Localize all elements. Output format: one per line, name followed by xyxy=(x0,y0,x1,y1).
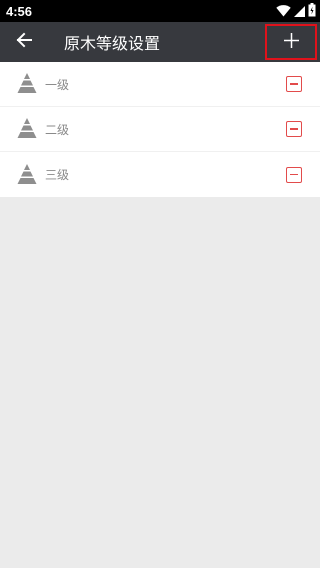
status-bar: 4:56 xyxy=(0,0,320,22)
page-title: 原木等级设置 xyxy=(64,34,161,53)
status-time: 4:56 xyxy=(6,3,33,19)
app-bar: 原木等级设置 xyxy=(0,22,320,62)
tree-icon xyxy=(16,163,38,186)
back-arrow-icon xyxy=(16,32,32,52)
level-label: 二级 xyxy=(45,122,70,137)
add-level-button[interactable] xyxy=(265,24,317,60)
remove-icon[interactable] xyxy=(286,76,302,92)
remove-icon[interactable] xyxy=(286,166,302,183)
list-item-level-2[interactable]: 二级 xyxy=(0,107,320,152)
level-label: 一级 xyxy=(45,77,70,92)
list-item-level-3[interactable]: 三级 xyxy=(0,152,320,197)
tree-icon xyxy=(16,73,38,95)
list-item-level-1[interactable]: 一级 xyxy=(0,62,320,107)
cell-signal-icon xyxy=(294,2,305,21)
back-button[interactable] xyxy=(0,22,48,62)
battery-icon xyxy=(308,2,316,21)
wifi-icon xyxy=(276,2,291,21)
plus-icon xyxy=(283,32,299,52)
remove-icon[interactable] xyxy=(286,121,302,137)
status-icons xyxy=(276,2,316,21)
level-label: 三级 xyxy=(45,168,70,182)
level-list: 一级 二级 三级 xyxy=(0,62,320,197)
tree-icon xyxy=(16,118,38,140)
